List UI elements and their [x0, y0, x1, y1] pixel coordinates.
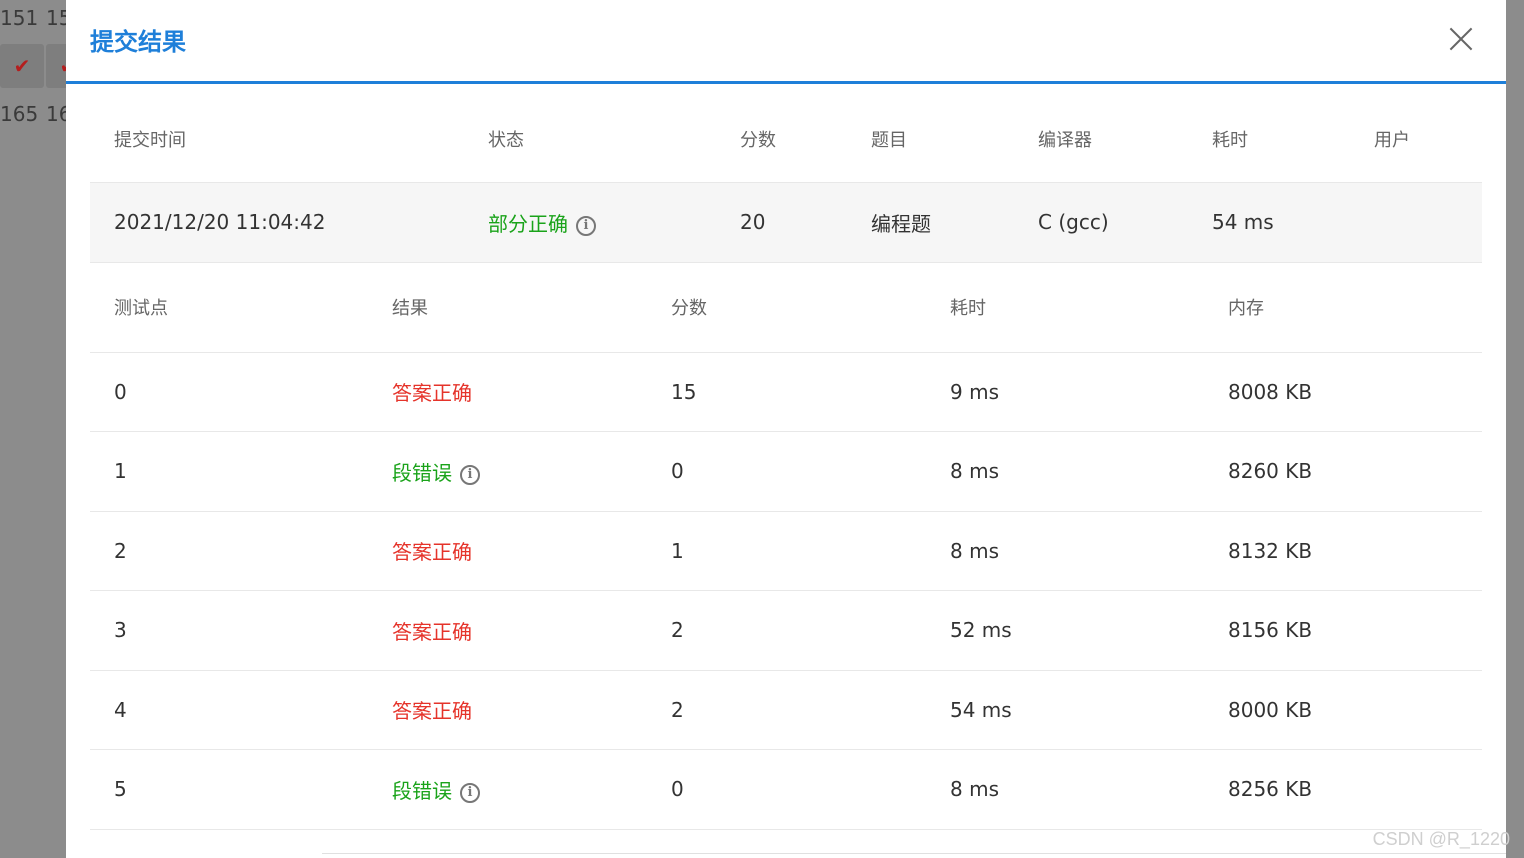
case-score: 2	[647, 670, 926, 750]
test-point-id: 4	[90, 670, 368, 750]
header-score: 分数	[716, 96, 847, 183]
case-memory: 8000 KB	[1204, 670, 1482, 750]
test-point-id: 5	[90, 749, 368, 830]
table-row: 1 段错误 i 0 8 ms 8260 KB	[90, 431, 1482, 512]
result-label: 答案正确	[392, 619, 472, 644]
case-memory: 8260 KB	[1204, 431, 1482, 512]
elapsed-time: 54 ms	[1188, 182, 1350, 263]
info-icon[interactable]: i	[460, 782, 480, 803]
dialog-title: 提交结果	[90, 28, 186, 56]
header-problem: 题目	[847, 96, 1014, 183]
cases-header-row: 测试点 结果 分数 耗时 内存	[90, 262, 1482, 353]
header-compiler: 编译器	[1014, 96, 1188, 183]
result-label: 段错误	[392, 778, 452, 803]
problem-name: 编程题	[847, 182, 1014, 263]
compiler-name: C (gcc)	[1014, 182, 1188, 263]
test-cases-table: 测试点 结果 分数 耗时 内存 0 答案正确 15 9 ms 8008 KB 1…	[90, 262, 1482, 830]
case-score: 0	[647, 431, 926, 512]
submission-result-dialog: 提交结果 提交时间 状态 分数 题目 编译器 耗时 用户 2021/12/20 …	[66, 0, 1506, 858]
check-icon: ✔	[0, 44, 44, 88]
case-score: 1	[647, 511, 926, 591]
header-memory: 内存	[1204, 262, 1482, 353]
case-time: 8 ms	[926, 431, 1204, 512]
header-status: 状态	[464, 96, 716, 183]
background-problem-grid: 151 15 ✔ ✔ 165 16	[0, 0, 90, 858]
summary-row: 2021/12/20 11:04:42 部分正确 i 20 编程题 C (gcc)…	[90, 182, 1482, 263]
case-result: 答案正确	[368, 352, 647, 432]
header-elapsed: 耗时	[1188, 96, 1350, 183]
test-point-id: 3	[90, 590, 368, 671]
case-score: 2	[647, 590, 926, 671]
case-memory: 8156 KB	[1204, 590, 1482, 671]
table-row: 2 答案正确 1 8 ms 8132 KB	[90, 511, 1482, 591]
case-memory: 8132 KB	[1204, 511, 1482, 591]
close-icon[interactable]	[1446, 24, 1476, 54]
info-icon[interactable]: i	[576, 215, 596, 236]
result-label: 段错误	[392, 460, 452, 485]
case-memory: 8256 KB	[1204, 749, 1482, 830]
test-point-id: 2	[90, 511, 368, 591]
dialog-header: 提交结果	[66, 0, 1506, 84]
watermark: CSDN @R_1220	[1372, 829, 1510, 849]
submission-summary-table: 提交时间 状态 分数 题目 编译器 耗时 用户 2021/12/20 11:04…	[90, 96, 1482, 263]
result-label: 答案正确	[392, 540, 472, 565]
info-icon[interactable]: i	[460, 464, 480, 485]
user-name	[1350, 182, 1482, 263]
case-score: 0	[647, 749, 926, 830]
result-label: 答案正确	[392, 381, 472, 406]
table-row: 5 段错误 i 0 8 ms 8256 KB	[90, 749, 1482, 830]
header-case-score: 分数	[647, 262, 926, 353]
divider	[322, 853, 1506, 854]
status-label: 部分正确	[488, 211, 568, 236]
submission-status: 部分正确 i	[464, 182, 716, 263]
test-point-id: 0	[90, 352, 368, 432]
header-user: 用户	[1350, 96, 1482, 183]
submission-score: 20	[716, 182, 847, 263]
case-time: 54 ms	[926, 670, 1204, 750]
case-result: 答案正确	[368, 511, 647, 591]
case-time: 8 ms	[926, 749, 1204, 830]
result-label: 答案正确	[392, 699, 472, 724]
test-point-id: 1	[90, 431, 368, 512]
problem-number: 165	[0, 102, 39, 126]
table-row: 4 答案正确 2 54 ms 8000 KB	[90, 670, 1482, 750]
case-result: 段错误 i	[368, 749, 647, 830]
header-submit-time: 提交时间	[90, 96, 464, 183]
table-row: 0 答案正确 15 9 ms 8008 KB	[90, 352, 1482, 432]
table-row: 3 答案正确 2 52 ms 8156 KB	[90, 590, 1482, 671]
case-result: 答案正确	[368, 590, 647, 671]
case-result: 答案正确	[368, 670, 647, 750]
header-result: 结果	[368, 262, 647, 353]
summary-header-row: 提交时间 状态 分数 题目 编译器 耗时 用户	[90, 96, 1482, 183]
case-time: 8 ms	[926, 511, 1204, 591]
case-score: 15	[647, 352, 926, 432]
case-time: 9 ms	[926, 352, 1204, 432]
submit-time: 2021/12/20 11:04:42	[90, 182, 464, 263]
case-time: 52 ms	[926, 590, 1204, 671]
problem-number: 151	[0, 6, 39, 30]
header-test-point: 测试点	[90, 262, 368, 353]
case-result: 段错误 i	[368, 431, 647, 512]
case-memory: 8008 KB	[1204, 352, 1482, 432]
header-case-time: 耗时	[926, 262, 1204, 353]
